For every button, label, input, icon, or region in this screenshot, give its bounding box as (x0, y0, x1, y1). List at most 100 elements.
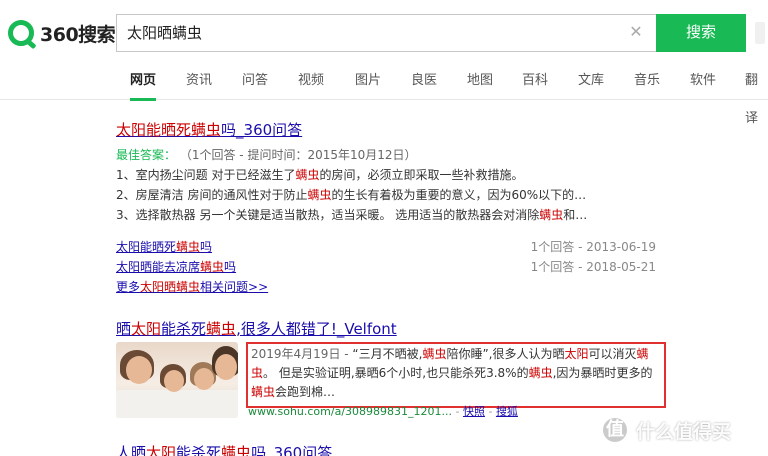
related-date: 2018-05-21 (586, 260, 656, 274)
snippet-text: 。 但是实验证明,暴晒6个小时,也只能杀死3.8%的 (263, 366, 529, 380)
search-button[interactable]: 搜索 (656, 14, 746, 52)
title-highlight: 螨虫 (206, 320, 237, 338)
tab-translate[interactable]: 翻译 (745, 62, 768, 126)
related-meta: 1个回答 - 2018-05-21 (530, 260, 656, 274)
answer-line-2: 2、房屋清洁 房间的通风性对于防止螨虫的生长有着极为重要的意义，因为60%以下的… (116, 186, 586, 203)
snippet-highlight: 太阳 (564, 347, 589, 361)
title-text: 吗_360问答 (221, 121, 303, 139)
result-title-2[interactable]: 晒太阳能杀死螨虫,很多人都错了!_Velfont (116, 318, 397, 339)
tab-map[interactable]: 地图 (467, 62, 493, 100)
snippet-highlight: 螨虫 (422, 347, 447, 361)
tab-software[interactable]: 软件 (690, 62, 716, 100)
search-input[interactable] (127, 15, 617, 51)
link-text: 更多 (116, 280, 141, 294)
snippet-text: “三月不晒被, (352, 347, 423, 361)
answer-line-3: 3、选择散热器 另一个关键是适当散热，适当采暖。 选用适当的散热器会对消除螨虫和… (116, 206, 587, 223)
snippet-highlight: 螨虫 (251, 385, 276, 399)
answer-meta: （1个回答 - 提问时间：2015年10月12日） (179, 148, 417, 162)
source-mark-link[interactable]: 搜狐 (496, 405, 518, 418)
search-box: ✕ (116, 14, 657, 52)
answer-highlight: 螨虫 (295, 168, 320, 182)
link-highlight: 螨虫 (176, 240, 201, 254)
link-text: 太阳能晒死 (116, 240, 177, 254)
tab-web[interactable]: 网页 (130, 62, 157, 101)
thumbnail-figure (194, 368, 214, 390)
answer-text: 和… (563, 208, 588, 222)
clear-icon[interactable]: ✕ (627, 23, 645, 41)
answer-text: 的生长有着极为重要的意义，因为60%以下的… (331, 188, 587, 202)
title-highlight: 螨虫 (191, 121, 222, 139)
snippet-text: 可以消灭 (588, 347, 637, 361)
tab-doctor[interactable]: 良医 (411, 62, 437, 100)
snapshot-link[interactable]: 快照 (463, 405, 485, 418)
snippet-text: 更多的 (616, 366, 653, 380)
answer-text: 2、房屋清洁 房间的通风性对于防止 (116, 188, 308, 202)
header: 360搜索 ✕ 搜索 (0, 0, 768, 62)
thumbnail-figure (215, 354, 237, 380)
result-title-3[interactable]: 人晒太阳能杀死螨虫吗_360问答 (116, 442, 332, 456)
tab-music[interactable]: 音乐 (634, 62, 660, 100)
snippet-text: ,因为暴晒时 (552, 366, 617, 380)
tab-images[interactable]: 图片 (355, 62, 381, 100)
related-meta: 1个回答 - 2013-06-19 (530, 240, 656, 254)
related-question: 太阳晒能去凉席螨虫吗 1个回答 - 2018-05-21 (116, 258, 656, 276)
snippet-text: 会跑到棉… (275, 385, 336, 399)
title-text: ,很多人都错了!_Velfont (236, 320, 397, 338)
title-text: 太阳能晒死 (116, 121, 192, 139)
answer-count: 1个回答 (530, 260, 575, 274)
title-text: 能杀死 (161, 320, 207, 338)
tab-wenku[interactable]: 文库 (578, 62, 604, 100)
separator: - (488, 405, 496, 418)
answer-highlight: 螨虫 (539, 208, 564, 222)
thumbnail-pillow (116, 390, 238, 418)
result-source: www.sohu.com/a/30898983​1_1201... - 快照 -… (248, 403, 518, 419)
scroll-edge (755, 22, 765, 44)
link-text: 吗 (224, 260, 237, 274)
tab-news[interactable]: 资讯 (186, 62, 212, 100)
link-text: 相关问题>> (200, 280, 269, 294)
more-related-link[interactable]: 更多太阳晒螨虫相关问题>> (116, 278, 268, 295)
answer-text: 的房间，必须立即采取一些补救措施。 (319, 168, 524, 182)
snippet-text: 陪你睡”,很多人认为晒 (446, 347, 565, 361)
link-text: 太阳晒能去凉席 (116, 260, 201, 274)
title-highlight: 太阳 (131, 320, 162, 338)
related-link[interactable]: 太阳能晒死螨虫吗 (116, 238, 212, 255)
link-highlight: 螨虫 (200, 260, 225, 274)
title-text: 晒 (116, 320, 132, 338)
watermark-badge-icon: 值 (600, 415, 630, 445)
result-thumbnail[interactable] (116, 342, 238, 418)
tab-video[interactable]: 视频 (298, 62, 324, 100)
watermark: 值 什么值得买 (600, 410, 760, 450)
answer-line-1: 1、室内扬尘问题 对于已经滋生了螨虫的房间，必须立即采取一些补救措施。 (116, 166, 523, 183)
watermark-text: 什么值得买 (636, 420, 732, 443)
title-text: 能杀死 (176, 444, 222, 456)
link-highlight: 太阳晒螨虫 (140, 280, 201, 294)
thumbnail-figure (164, 370, 184, 392)
answer-text: 3、选择散热器 另一个关键是适当散热，适当采暖。 选用适当的散热器会对消除 (116, 208, 540, 222)
answer-text: 1、室内扬尘问题 对于已经滋生了 (116, 168, 296, 182)
source-url[interactable]: www.sohu.com/a/30898983​1_1201... (248, 405, 452, 418)
link-text: 吗 (200, 240, 213, 254)
logo-icon (8, 20, 34, 46)
tab-baike[interactable]: 百科 (522, 62, 548, 100)
logo-text: 360搜索 (40, 23, 116, 46)
best-answer-label: 最佳答案： (116, 148, 177, 162)
answer-highlight: 螨虫 (307, 188, 332, 202)
title-text: 人晒 (116, 444, 147, 456)
result-snippet: 2019年4月19日 - “三月不晒被,螨虫陪你睡”,很多人认为晒太阳可以消灭螨… (246, 342, 666, 408)
title-highlight: 螨虫 (221, 444, 252, 456)
separator: - (455, 405, 463, 418)
snippet-highlight: 螨虫 (528, 366, 553, 380)
related-date: 2013-06-19 (586, 240, 656, 254)
tab-qa[interactable]: 问答 (242, 62, 268, 100)
title-highlight: 太阳 (146, 444, 177, 456)
related-question: 太阳能晒死螨虫吗 1个回答 - 2013-06-19 (116, 238, 656, 256)
snippet-date: 2019年4月19日 - (251, 347, 353, 361)
answer-count: 1个回答 (530, 240, 575, 254)
best-answer-meta: 最佳答案： （1个回答 - 提问时间：2015年10月12日） (116, 146, 417, 163)
logo[interactable]: 360搜索 (8, 18, 116, 48)
result-title-1[interactable]: 太阳能晒死螨虫吗_360问答 (116, 119, 302, 140)
related-link[interactable]: 太阳晒能去凉席螨虫吗 (116, 258, 236, 275)
nav-tabs: 网页 资讯 问答 视频 图片 良医 地图 百科 文库 音乐 软件 翻译 (0, 62, 768, 126)
thumbnail-figure (126, 356, 152, 384)
